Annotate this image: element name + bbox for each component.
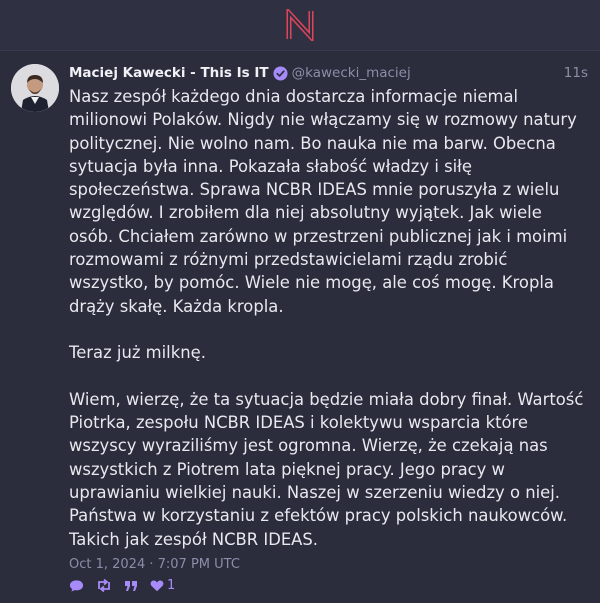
post-actions: 1 <box>69 577 588 595</box>
post-body: Nasz zespół każdego dnia dostarcza infor… <box>69 87 584 549</box>
post-relative-time[interactable]: 11s <box>564 65 588 81</box>
author-display-name[interactable]: Maciej Kawecki - This Is IT <box>69 65 269 81</box>
like-count: 1 <box>167 578 176 594</box>
post: Maciej Kawecki - This Is IT @kawecki_mac… <box>0 51 600 595</box>
quote-icon[interactable] <box>124 580 138 592</box>
repost-icon[interactable] <box>96 579 112 593</box>
top-bar <box>0 0 600 51</box>
nostr-logo-icon[interactable] <box>286 9 314 41</box>
reply-icon[interactable] <box>69 579 84 593</box>
heart-icon <box>150 580 164 592</box>
post-timestamp[interactable]: Oct 1, 2024 · 7:07 PM UTC <box>69 557 588 572</box>
like-button[interactable]: 1 <box>150 578 187 593</box>
verified-badge-icon <box>273 65 288 81</box>
avatar[interactable] <box>11 64 59 112</box>
author-handle[interactable]: @kawecki_maciej <box>292 65 411 81</box>
